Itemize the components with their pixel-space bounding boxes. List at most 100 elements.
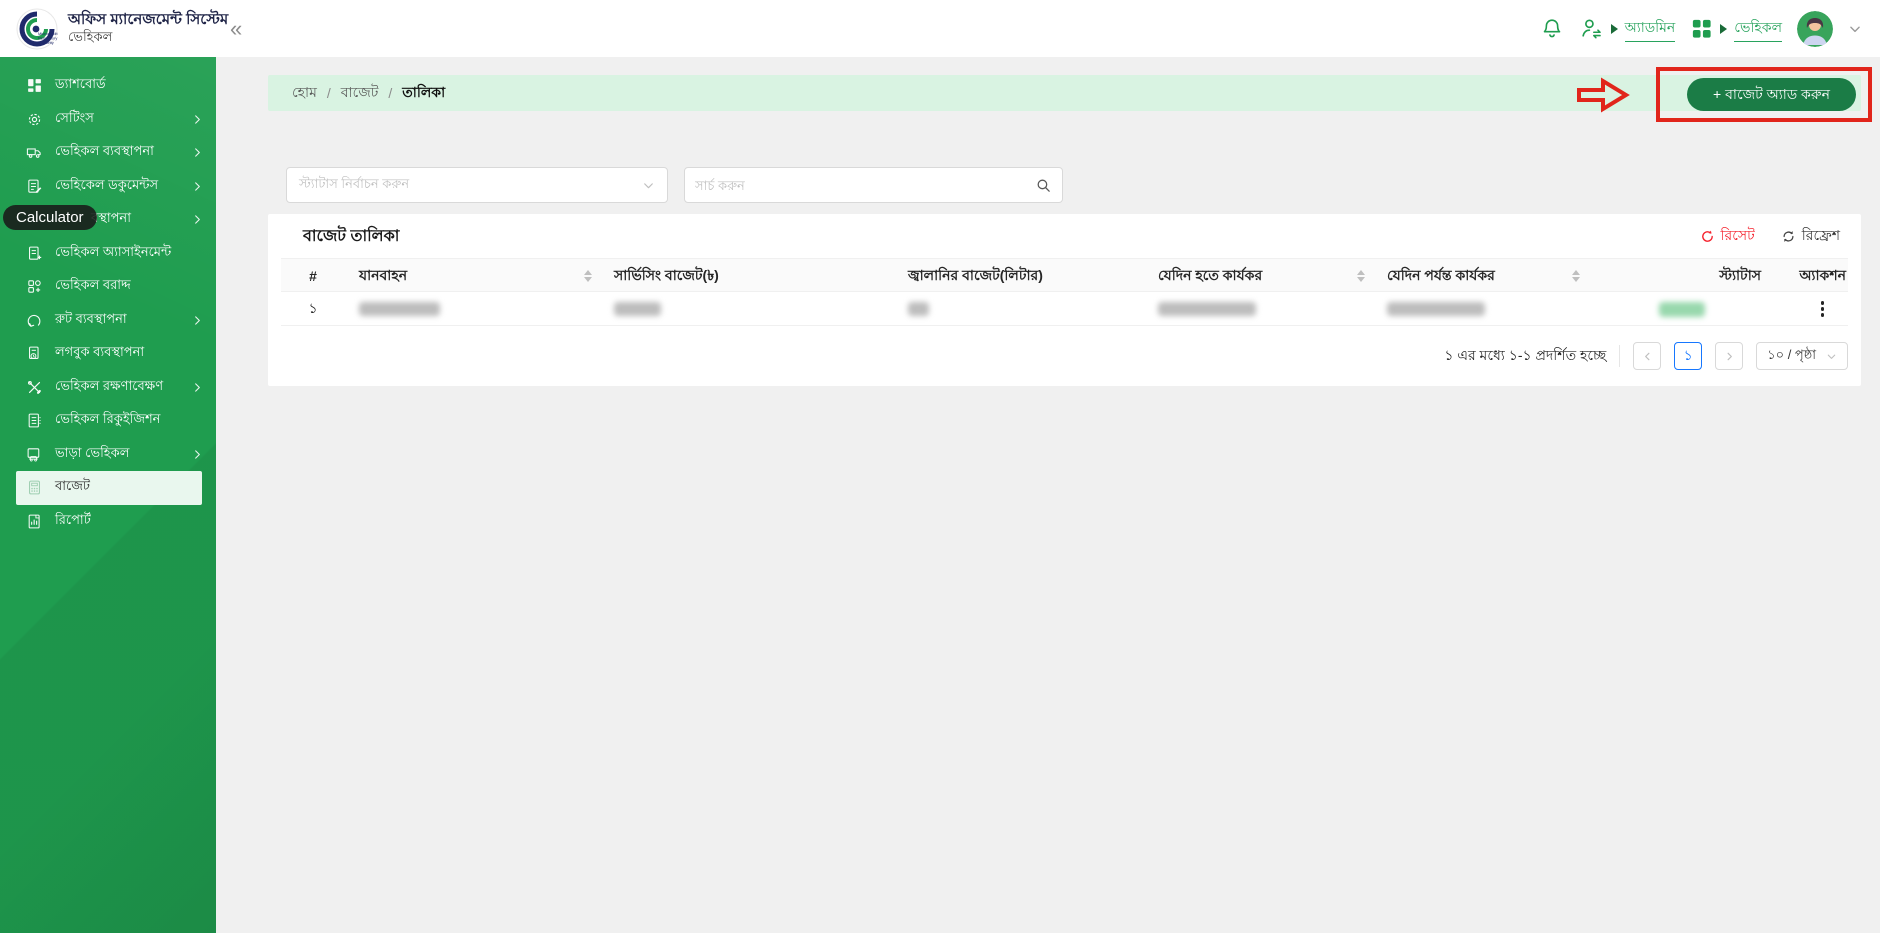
- budget-list-card: বাজেট তালিকা রিসেট রিফ্র: [268, 214, 1861, 386]
- column-effective-to[interactable]: যেদিন পর্যন্ত কার্যকর: [1373, 259, 1588, 293]
- table-row: ১: [281, 292, 1848, 326]
- sidebar-item-vehicle-maintenance[interactable]: ভেহিকল রক্ষণাবেক্ষণ: [0, 371, 216, 405]
- admin-link[interactable]: অ্যাডমিন: [1625, 16, 1676, 42]
- pagination-divider: [1619, 345, 1620, 367]
- calculator-icon: [26, 479, 43, 496]
- user-switch-icon[interactable]: [1579, 16, 1604, 41]
- row-effective-to-redacted: [1373, 292, 1588, 326]
- sort-icon[interactable]: [1572, 270, 1580, 282]
- chevron-right-icon: [192, 147, 203, 158]
- app-subtitle: ভেহিকল: [68, 29, 228, 46]
- breadcrumb-list-current: তালিকা: [402, 81, 445, 105]
- card-tools: রিসেট রিফ্রেশ: [1700, 224, 1840, 248]
- app-title: অফিস ম্যানেজমেন্ট সিস্টেম: [68, 11, 228, 30]
- sidebar-item-budget[interactable]: বাজেট: [16, 471, 202, 505]
- mra-logo-icon: Microcredit Regulatory Authority: [16, 8, 58, 50]
- column-effective-from[interactable]: যেদিন হতে কার্যকর: [1144, 259, 1373, 293]
- tools-icon: [26, 379, 43, 396]
- sidebar-item-vehicle-requisition[interactable]: ভেহিকল রিকুইজিশন: [0, 404, 216, 438]
- logbook-icon: [26, 345, 43, 362]
- status-badge: [1659, 302, 1705, 317]
- bell-icon[interactable]: [1540, 17, 1564, 41]
- sidebar-item-logbook-management[interactable]: লগবুক ব্যবস্থাপনা: [0, 337, 216, 371]
- calculator-tooltip: Calculator: [3, 205, 97, 230]
- page-1-button[interactable]: ১: [1674, 342, 1702, 370]
- column-serial: #: [281, 259, 345, 293]
- status-filter-select[interactable]: স্ট্যাটাস নির্বাচন করুন: [286, 167, 668, 203]
- route-icon: [26, 312, 43, 329]
- sidebar-item-settings[interactable]: সেটিংস: [0, 103, 216, 137]
- chevron-right-icon: [192, 214, 203, 225]
- column-vehicle[interactable]: যানবাহন: [345, 259, 600, 293]
- truck-icon: [26, 144, 43, 161]
- sidebar-item-vehicle-management[interactable]: ভেহিকল ব্যবস্থাপনা: [0, 136, 216, 170]
- card-title: বাজেট তালিকা: [303, 223, 399, 250]
- row-actions: [1775, 292, 1848, 326]
- documents-icon: [26, 178, 43, 195]
- sidebar-item-vehicle-documents[interactable]: ভেহিকেল ডকুমেন্টস: [0, 170, 216, 204]
- search-field: [684, 167, 1063, 203]
- sidebar-item-dashboard[interactable]: ড্যাশবোর্ড: [0, 69, 216, 103]
- breadcrumb-separator: /: [388, 85, 392, 101]
- requisition-icon: [26, 412, 43, 429]
- next-page-button[interactable]: [1715, 342, 1743, 370]
- sidebar-item-vehicle-assignment[interactable]: ভেহিকল অ্যাসাইনমেন্ট: [0, 237, 216, 271]
- search-icon[interactable]: [1035, 177, 1052, 194]
- page-size-select[interactable]: ১০ / পৃষ্ঠা: [1756, 342, 1848, 370]
- pagination-summary: ১ এর মধ্যে ১-১ প্রদর্শিত হচ্ছে: [1444, 344, 1606, 368]
- allocation-icon: [26, 278, 43, 295]
- card-header: বাজেট তালিকা রিসেট রিফ্র: [281, 214, 1848, 258]
- chevron-right-icon: [192, 382, 203, 393]
- svg-text:Authority: Authority: [38, 40, 54, 45]
- chevron-right-icon: [192, 181, 203, 192]
- table-header-row: # যানবাহন সার্ভিসিং বাজেট(৳) জ্বালানির ব…: [281, 258, 1848, 292]
- sidebar-item-route-management[interactable]: রুট ব্যবস্থাপনা: [0, 304, 216, 338]
- sort-icon[interactable]: [584, 270, 592, 282]
- search-input[interactable]: [695, 178, 1035, 193]
- header-actions: অ্যাডমিন ভেহিকল: [1540, 11, 1880, 47]
- apps-grid-icon[interactable]: [1690, 17, 1713, 40]
- sidebar-item-report[interactable]: রিপোর্ট: [0, 505, 216, 539]
- app-title-block: অফিস ম্যানেজমেন্ট সিস্টেম ভেহিকল: [68, 11, 228, 47]
- sidebar-item-rental-vehicle[interactable]: ভাড়া ভেহিকল: [0, 438, 216, 472]
- refresh-icon: [1781, 229, 1796, 244]
- brand: Microcredit Regulatory Authority অফিস ম্…: [0, 8, 216, 50]
- refresh-button[interactable]: রিফ্রেশ: [1781, 224, 1840, 248]
- chevron-down-icon: [1826, 351, 1837, 362]
- play-separator-icon: [1720, 24, 1727, 34]
- kebab-menu-icon[interactable]: [1817, 297, 1829, 321]
- annotation-arrow-icon: [1576, 77, 1630, 113]
- breadcrumb-home[interactable]: হোম: [292, 81, 317, 105]
- add-budget-button[interactable]: + বাজেট অ্যাড করুন: [1687, 78, 1856, 111]
- reset-button[interactable]: রিসেট: [1700, 224, 1755, 248]
- breadcrumb-separator: /: [327, 85, 331, 101]
- sort-icon[interactable]: [1357, 270, 1365, 282]
- row-servicing-budget-redacted: [600, 292, 894, 326]
- play-separator-icon: [1611, 24, 1618, 34]
- workspace-switcher: ভেহিকল: [1690, 16, 1782, 42]
- row-effective-from-redacted: [1144, 292, 1373, 326]
- chevron-down-icon[interactable]: [1848, 22, 1862, 36]
- chevron-right-icon: [192, 449, 203, 460]
- chevron-right-icon: [1724, 351, 1735, 362]
- pagination: ১ এর মধ্যে ১-১ প্রদর্শিত হচ্ছে ১ ১০ / পৃ…: [281, 342, 1848, 370]
- workspace-link[interactable]: ভেহিকল: [1734, 16, 1782, 42]
- sidebar-collapse-icon[interactable]: «: [230, 18, 242, 40]
- app-window: Microcredit Regulatory Authority অফিস ম্…: [0, 0, 1880, 933]
- avatar[interactable]: [1797, 11, 1833, 47]
- gear-icon: [26, 111, 43, 128]
- admin-switcher: অ্যাডমিন: [1579, 16, 1676, 42]
- breadcrumb-budget[interactable]: বাজেট: [341, 81, 379, 105]
- row-fuel-budget-redacted: [894, 292, 1144, 326]
- column-action: অ্যাকশন: [1775, 259, 1848, 293]
- chevron-down-icon: [642, 179, 655, 192]
- column-status: স্ট্যাটাস: [1588, 259, 1775, 293]
- prev-page-button[interactable]: [1633, 342, 1661, 370]
- column-fuel-budget: জ্বালানির বাজেট(লিটার): [894, 259, 1144, 293]
- top-header: Microcredit Regulatory Authority অফিস ম্…: [0, 0, 1880, 57]
- column-servicing-budget: সার্ভিসিং বাজেট(৳): [600, 259, 894, 293]
- dashboard-icon: [26, 77, 43, 94]
- sidebar-item-vehicle-allocation[interactable]: ভেহিকল বরাদ্দ: [0, 270, 216, 304]
- chevron-left-icon: [1642, 351, 1653, 362]
- row-status-badge: [1588, 292, 1775, 326]
